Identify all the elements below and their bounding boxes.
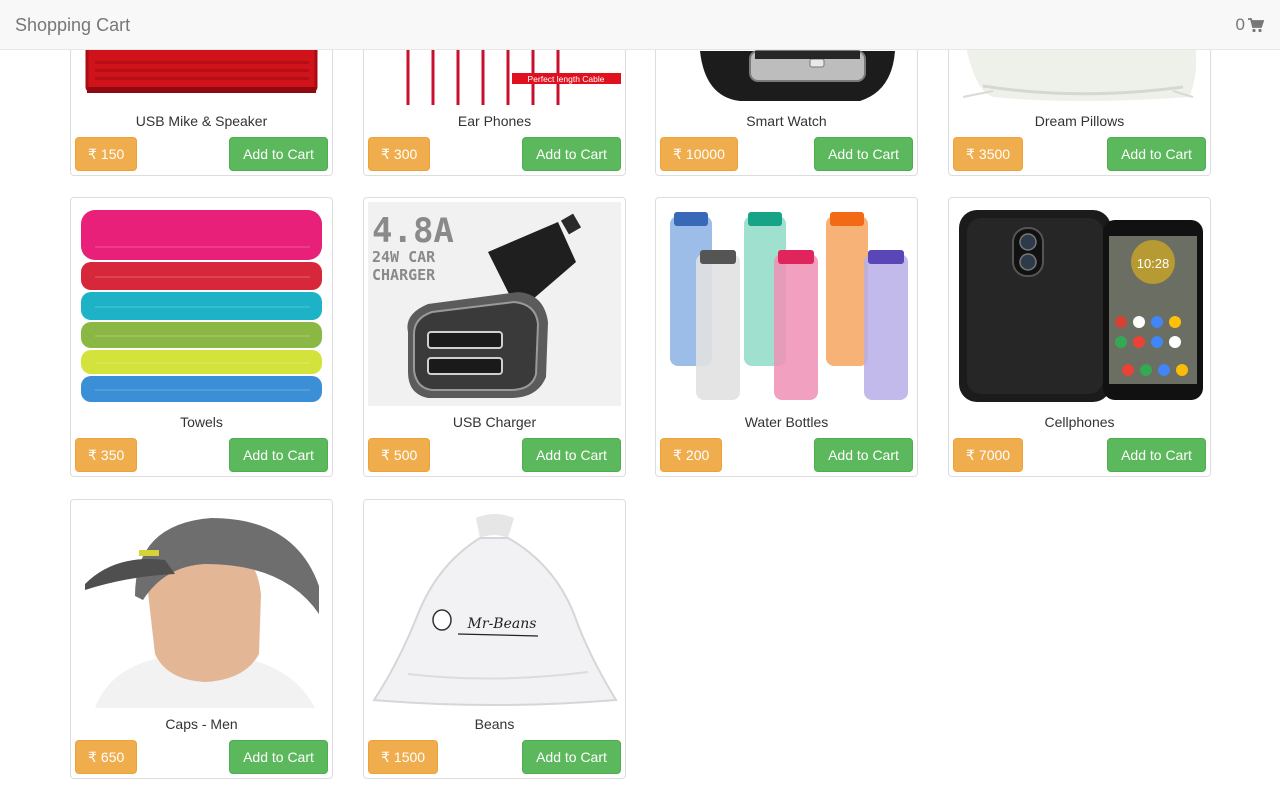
rupee-symbol: ₹ (381, 749, 390, 765)
add-to-cart-button[interactable]: Add to Cart (522, 137, 621, 171)
charger-caption-1: 4.8A (372, 211, 454, 251)
price-value: 1500 (393, 749, 426, 765)
bottles-image (660, 202, 913, 406)
rupee-symbol: ₹ (966, 447, 975, 463)
add-to-cart-button[interactable]: Add to Cart (1107, 438, 1206, 472)
product-title: Water Bottles (744, 414, 829, 430)
product-card: Towels ₹ 350 Add to Cart (70, 197, 333, 477)
product-title: USB Charger (452, 414, 537, 430)
earphones-caption: Perfect length Cable (527, 74, 604, 84)
price-value: 10000 (685, 146, 725, 162)
price-value: 150 (100, 146, 125, 162)
rupee-symbol: ₹ (966, 146, 975, 162)
price-badge: ₹ 500 (368, 438, 431, 472)
price-value: 650 (100, 749, 125, 765)
rupee-symbol: ₹ (88, 447, 97, 463)
add-to-cart-button[interactable]: Add to Cart (814, 137, 913, 171)
navbar: Shopping Cart 0 (0, 0, 1280, 50)
brand-title[interactable]: Shopping Cart (15, 14, 130, 36)
beans-bag-image: Mr-Beans (368, 504, 621, 708)
price-value: 3500 (978, 146, 1011, 162)
shopping-cart-icon (1248, 17, 1264, 33)
product-card: Caps - Men ₹ 650 Add to Cart (70, 499, 333, 779)
price-badge: ₹ 350 (75, 438, 138, 472)
product-title: Smart Watch (746, 113, 827, 129)
product-title: Dream Pillows (1034, 113, 1125, 129)
price-badge: ₹ 200 (660, 438, 723, 472)
price-badge: ₹ 3500 (953, 137, 1024, 171)
price-badge: ₹ 10000 (660, 137, 738, 171)
product-title: Towels (180, 414, 223, 430)
add-to-cart-button[interactable]: Add to Cart (229, 438, 328, 472)
price-badge: ₹ 150 (75, 137, 138, 171)
add-to-cart-button[interactable]: Add to Cart (1107, 137, 1206, 171)
product-card: 10:28 Cellphones ₹ 7000 Add to Cart (948, 197, 1211, 477)
price-value: 200 (685, 447, 710, 463)
phone-screen-time: 10:28 (1137, 256, 1170, 271)
price-value: 500 (393, 447, 418, 463)
beans-brand-text: Mr-Beans (467, 616, 537, 632)
product-title: USB Mike & Speaker (135, 113, 268, 129)
add-to-cart-button[interactable]: Add to Cart (522, 438, 621, 472)
add-to-cart-button[interactable]: Add to Cart (522, 740, 621, 774)
price-badge: ₹ 300 (368, 137, 431, 171)
add-to-cart-button[interactable]: Add to Cart (229, 740, 328, 774)
add-to-cart-button[interactable]: Add to Cart (229, 137, 328, 171)
rupee-symbol: ₹ (673, 146, 682, 162)
product-title: Ear Phones (457, 113, 532, 129)
add-to-cart-button[interactable]: Add to Cart (814, 438, 913, 472)
product-title: Caps - Men (165, 716, 238, 732)
rupee-symbol: ₹ (88, 146, 97, 162)
charger-image: 4.8A 24W CAR CHARGER (368, 202, 621, 406)
product-title: Beans (474, 716, 515, 732)
rupee-symbol: ₹ (381, 447, 390, 463)
price-value: 300 (393, 146, 418, 162)
price-value: 7000 (978, 447, 1011, 463)
rupee-symbol: ₹ (88, 749, 97, 765)
charger-caption-3: CHARGER (372, 266, 436, 284)
cart-count: 0 (1235, 15, 1245, 34)
price-value: 350 (100, 447, 125, 463)
towels-image (75, 202, 328, 406)
cellphone-image: 10:28 (953, 202, 1206, 406)
cap-image (75, 504, 328, 708)
cart-link[interactable]: 0 (1236, 14, 1264, 36)
price-badge: ₹ 650 (75, 740, 138, 774)
product-title: Cellphones (1044, 414, 1115, 430)
product-card: 4.8A 24W CAR CHARGER USB Charger ₹ 500 A… (363, 197, 626, 477)
rupee-symbol: ₹ (381, 146, 390, 162)
product-card: Water Bottles ₹ 200 Add to Cart (655, 197, 918, 477)
rupee-symbol: ₹ (673, 447, 682, 463)
price-badge: ₹ 1500 (368, 740, 439, 774)
price-badge: ₹ 7000 (953, 438, 1024, 472)
charger-caption-2: 24W CAR (372, 248, 436, 266)
product-card: Mr-Beans Beans ₹ 1500 Add to Cart (363, 499, 626, 779)
